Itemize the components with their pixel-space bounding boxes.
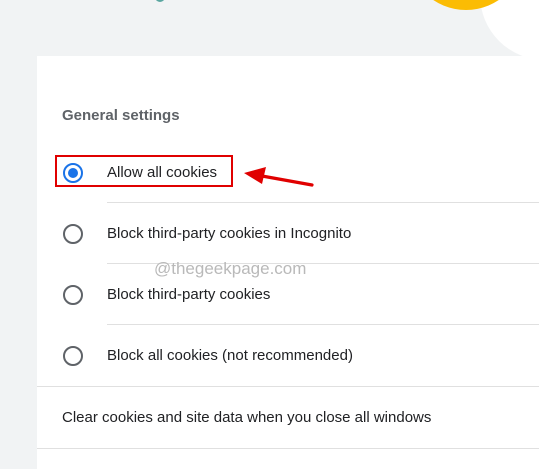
header-illustration [37,0,539,56]
radio-option-label: Block third-party cookies [107,285,271,303]
clear-on-exit-toggle-label[interactable]: Clear cookies and site data when you clo… [62,409,431,426]
section-divider [37,386,539,387]
illustration-accent-shape [155,0,165,2]
cookie-settings-card: General settings Allow all cookies Block… [37,0,539,469]
section-title: General settings [62,107,180,124]
radio-button-icon[interactable] [63,223,83,244]
section-divider [37,448,539,449]
radio-option-block-third-party-incognito[interactable]: Block third-party cookies in Incognito [37,203,539,264]
radio-option-label: Block all cookies (not recommended) [107,346,353,364]
radio-button-icon[interactable] [63,284,83,305]
watermark-text: @thegeekpage.com [154,259,307,278]
radio-option-block-all-cookies[interactable]: Block all cookies (not recommended) [37,325,539,386]
illustration-curve-shape [480,0,539,56]
radio-button-icon[interactable] [63,345,83,366]
radio-option-label: Block third-party cookies in Incognito [107,224,352,242]
annotation-highlight-box [55,155,233,187]
annotation-pointer-arrow-icon [244,167,314,187]
